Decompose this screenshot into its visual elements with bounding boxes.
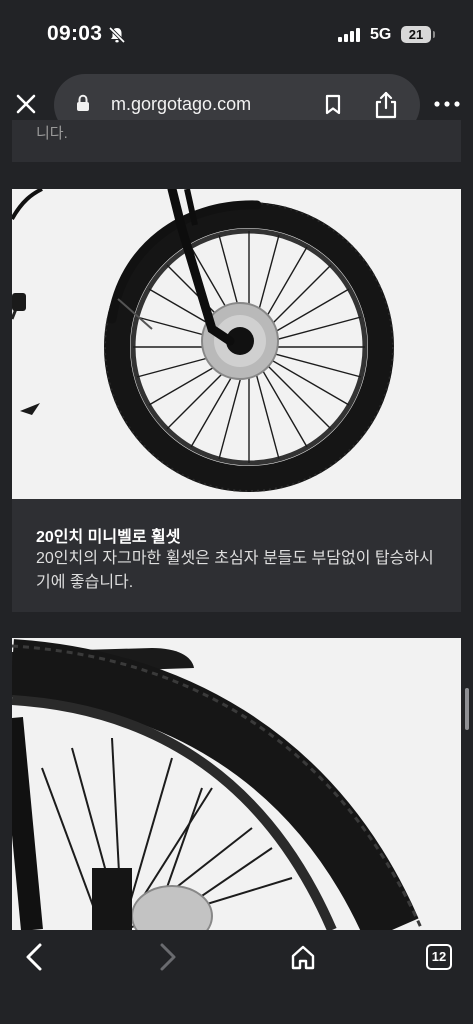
bookmark-icon[interactable] — [324, 94, 342, 116]
front-wheel-illustration — [12, 189, 461, 499]
url-text[interactable]: m.gorgotago.com — [111, 94, 251, 115]
wheel-photo — [12, 189, 461, 499]
tabs-icon[interactable]: 12 — [426, 944, 452, 970]
wheelset-card: 20인치 미니벨로 휠셋 20인치의 자그마한 휠셋은 초심자 분들도 부담없이… — [12, 189, 461, 612]
bell-slash-icon — [108, 26, 126, 44]
battery-tip — [433, 31, 435, 38]
home-icon[interactable] — [290, 944, 316, 970]
previous-card-bottom: 니다. — [12, 120, 461, 162]
card-description: 20인치의 자그마한 휠셋은 초심자 분들도 부담없이 탑승하시기에 좋습니다. — [36, 550, 434, 591]
scrollbar[interactable] — [465, 688, 469, 730]
tire-card — [12, 638, 461, 930]
clipped-text: 니다. — [36, 125, 68, 142]
browser-toolbar: 12 — [0, 930, 473, 1024]
close-icon[interactable] — [12, 90, 40, 118]
tire-closeup-illustration — [12, 638, 461, 930]
share-icon[interactable] — [373, 91, 399, 119]
battery-icon: 21 — [401, 26, 431, 43]
more-icon[interactable] — [434, 97, 460, 111]
signal-icon — [338, 28, 360, 42]
tire-photo — [12, 638, 461, 930]
status-time: 09:03 — [47, 22, 103, 45]
network-type: 5G — [370, 26, 392, 43]
forward-icon[interactable] — [156, 942, 180, 972]
card-title: 20인치 미니벨로 휠셋 — [36, 529, 181, 546]
lock-icon — [77, 94, 89, 111]
status-bar: 09:03 5G 21 — [0, 0, 473, 70]
back-icon[interactable] — [22, 942, 46, 972]
